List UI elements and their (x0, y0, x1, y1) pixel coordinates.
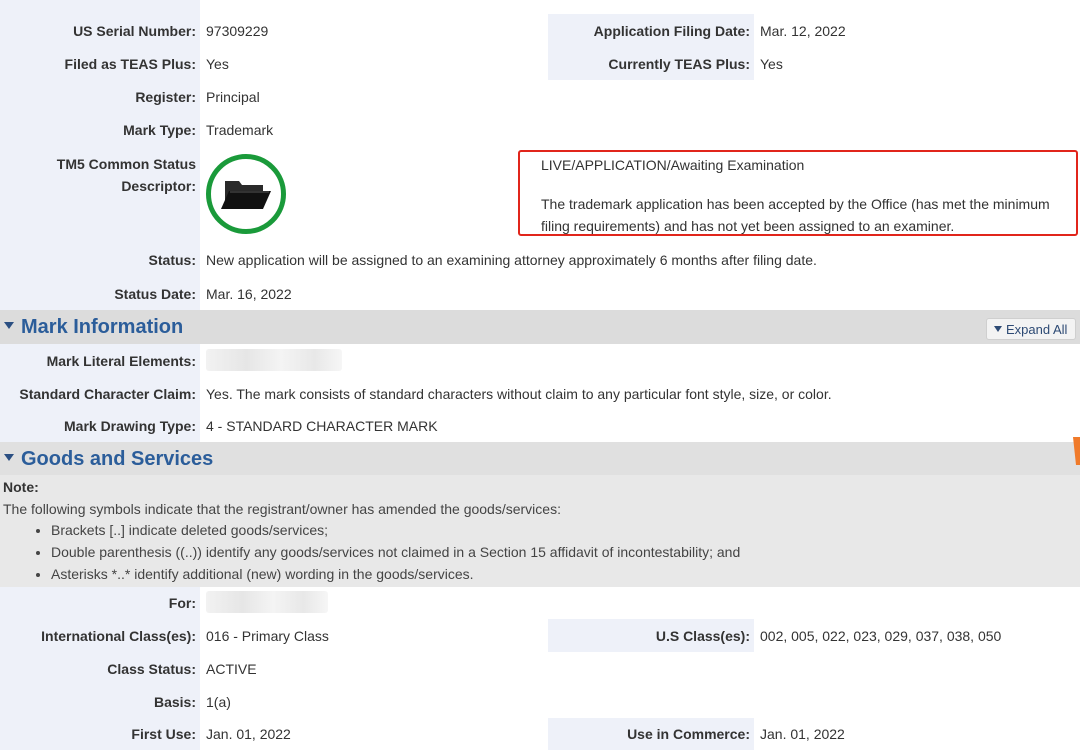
caret-down-icon (994, 326, 1002, 332)
row-teas-plus: Filed as TEAS Plus: Yes Currently TEAS P… (0, 47, 1080, 81)
row-status: Status: New application will be assigned… (0, 243, 1080, 278)
collapse-caret-icon[interactable] (4, 454, 14, 461)
tm5-status-desc-line1: The trademark application has been accep… (541, 196, 1050, 212)
row-register: Register: Principal (0, 80, 1080, 114)
note-list: Brackets [..] indicate deleted goods/ser… (0, 519, 740, 585)
row-mark-literal: Mark Literal Elements: (0, 344, 1080, 378)
mark-literal-label: Mark Literal Elements: (46, 352, 196, 369)
top-strip (0, 0, 1080, 14)
row-basis: Basis: 1(a) (0, 685, 1080, 719)
first-use-value: Jan. 01, 2022 (206, 726, 291, 742)
section-header-mark-information[interactable]: Mark Information Expand All (0, 310, 1080, 344)
std-char-value: Yes. The mark consists of standard chara… (206, 385, 832, 402)
note-item: Double parenthesis ((..)) identify any g… (51, 541, 740, 563)
note-item: Asterisks *..* identify additional (new)… (51, 563, 740, 585)
section-header-goods-services[interactable]: Goods and Services (0, 442, 1080, 475)
intl-class-label: International Class(es): (41, 627, 196, 644)
status-date-label: Status Date: (114, 285, 196, 302)
row-for: For: (0, 587, 1080, 620)
note-text: The following symbols indicate that the … (3, 501, 561, 517)
row-status-date: Status Date: Mar. 16, 2022 (0, 277, 1080, 310)
class-status-value: ACTIVE (206, 660, 257, 677)
status-date-value: Mar. 16, 2022 (206, 285, 292, 302)
goods-note: Note: The following symbols indicate tha… (0, 475, 1080, 587)
collapse-caret-icon[interactable] (4, 322, 14, 329)
row-mark-type: Mark Type: Trademark (0, 113, 1080, 147)
mark-type-label: Mark Type: (123, 121, 196, 138)
std-char-label: Standard Character Claim: (19, 385, 196, 402)
us-class-label: U.S Class(es): (655, 627, 750, 644)
class-status-label: Class Status: (107, 660, 196, 677)
note-item: Brackets [..] indicate deleted goods/ser… (51, 519, 740, 541)
first-use-label: First Use: (131, 726, 196, 742)
row-class: International Class(es): 016 - Primary C… (0, 619, 1080, 653)
use-in-commerce-value: Jan. 01, 2022 (760, 726, 845, 742)
tm5-status-box: LIVE/APPLICATION/Awaiting Examination Th… (518, 150, 1078, 236)
expand-all-button[interactable]: Expand All (986, 318, 1076, 340)
serial-number-label: US Serial Number: (73, 22, 196, 39)
register-label: Register: (135, 88, 196, 105)
use-in-commerce-label: Use in Commerce: (627, 726, 750, 742)
basis-label: Basis: (153, 693, 196, 710)
side-tab-icon[interactable] (1070, 437, 1080, 465)
folder-icon (206, 154, 286, 234)
tm5-status-title: LIVE/APPLICATION/Awaiting Examination (541, 157, 805, 173)
section-title: Goods and Services (21, 448, 214, 470)
teas-current-value: Yes (760, 55, 783, 72)
us-class-value: 002, 005, 022, 023, 029, 037, 038, 050 (760, 627, 1002, 644)
row-first-use: First Use: Jan. 01, 2022 Use in Commerce… (0, 718, 1080, 750)
drawing-type-label: Mark Drawing Type: (64, 418, 196, 434)
register-value: Principal (206, 88, 260, 105)
note-title: Note: (3, 479, 39, 495)
serial-number-value: 97309229 (206, 22, 269, 39)
expand-all-label: Expand All (1006, 322, 1068, 337)
intl-class-value: 016 - Primary Class (206, 627, 329, 644)
mark-type-value: Trademark (206, 121, 274, 138)
section-title: Mark Information (21, 316, 184, 338)
row-standard-character: Standard Character Claim: Yes. The mark … (0, 377, 1080, 411)
tm5-label-line1: TM5 Common Status (56, 156, 196, 172)
for-label: For: (168, 595, 196, 611)
filing-date-value: Mar. 12, 2022 (760, 22, 846, 39)
tm5-label-line2: Descriptor: (121, 178, 196, 194)
teas-current-label: Currently TEAS Plus: (608, 55, 750, 72)
teas-filed-value: Yes (206, 55, 229, 72)
teas-filed-label: Filed as TEAS Plus: (64, 55, 196, 72)
tm5-status-desc-line2: filing requirements) and has not yet bee… (541, 218, 955, 234)
redacted-mark-literal (206, 349, 342, 371)
row-class-status: Class Status: ACTIVE (0, 652, 1080, 686)
redacted-goods-description (206, 591, 328, 613)
row-serial-number: US Serial Number: 97309229 Application F… (0, 14, 1080, 48)
filing-date-label: Application Filing Date: (593, 22, 750, 39)
row-mark-drawing-type: Mark Drawing Type: 4 - STANDARD CHARACTE… (0, 410, 1080, 442)
basis-value: 1(a) (206, 693, 231, 710)
drawing-type-value: 4 - STANDARD CHARACTER MARK (206, 418, 438, 434)
status-value: New application will be assigned to an e… (206, 252, 817, 268)
status-label: Status: (148, 252, 196, 268)
